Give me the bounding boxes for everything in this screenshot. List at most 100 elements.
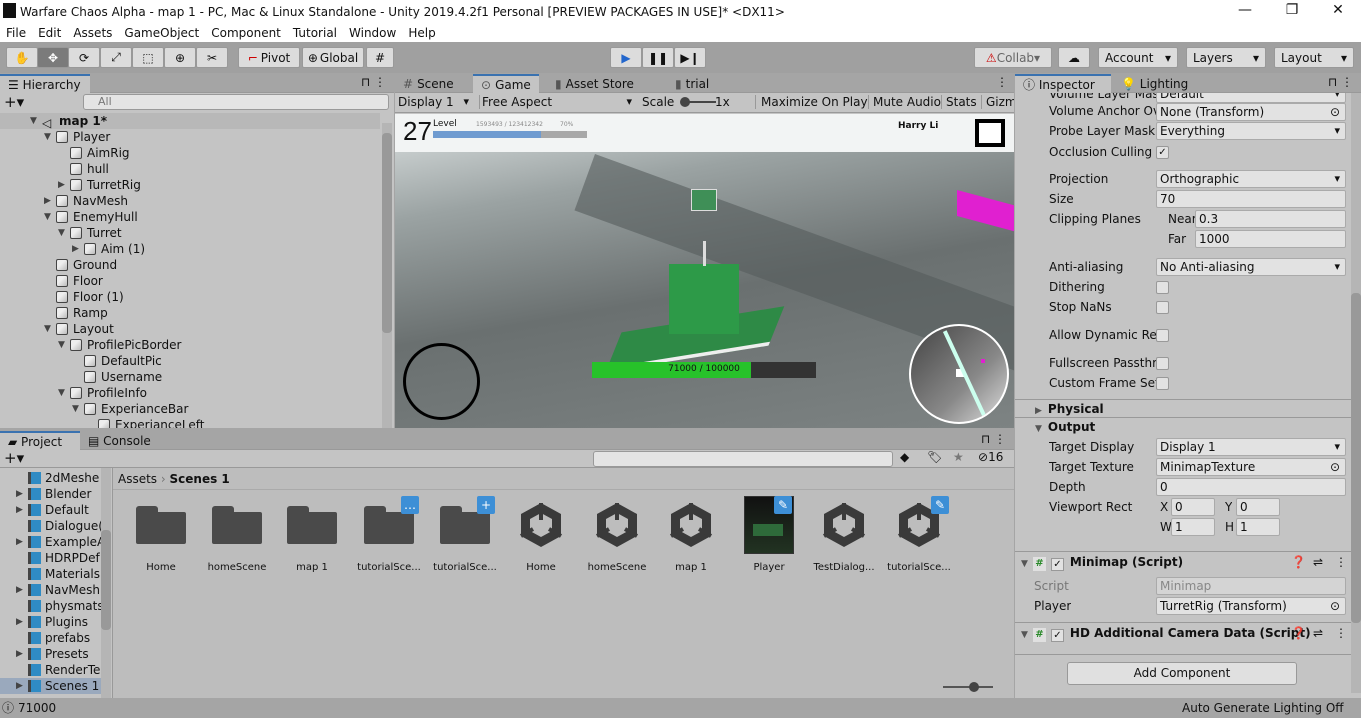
project-search-input[interactable]	[593, 451, 893, 467]
viewport-y-field[interactable]: 0	[1236, 498, 1280, 516]
tab-hierarchy[interactable]: ☰ Hierarchy	[0, 74, 90, 93]
tab-lighting[interactable]: 💡 Lighting	[1113, 74, 1196, 93]
layout-dropdown[interactable]: Layout ▾	[1274, 47, 1354, 68]
menu-help[interactable]: Help	[402, 26, 441, 40]
expand-arrow-closed-icon[interactable]: ▶	[16, 486, 23, 502]
hierarchy-item[interactable]: ▼ EnemyHull	[0, 209, 380, 225]
status-message[interactable]: 71000	[18, 698, 56, 718]
player-field[interactable]: TurretRig (Transform) ⊙	[1156, 597, 1346, 615]
expand-arrow-open-icon[interactable]: ▼	[58, 385, 65, 401]
asset-item[interactable]: map 1	[653, 496, 729, 586]
project-tree-item[interactable]: RenderTe	[0, 662, 101, 678]
step-button[interactable]: ▶❙	[674, 47, 706, 68]
project-tree-item[interactable]: ▶ ExampleA	[0, 534, 105, 550]
volume-anchor-field[interactable]: None (Transform) ⊙	[1156, 103, 1346, 121]
hierarchy-item[interactable]: ▼ ◁ map 1*	[0, 113, 380, 130]
viewport-w-field[interactable]: 1	[1171, 518, 1215, 536]
occlusion-culling-checkbox[interactable]: ✓	[1156, 146, 1169, 159]
maximize-on-play-toggle[interactable]: Maximize On Play	[755, 95, 868, 109]
project-tree-item[interactable]: Dialogue(	[0, 518, 103, 534]
hierarchy-item[interactable]: ▼ Player	[0, 129, 380, 145]
breadcrumb-scenes[interactable]: Scenes 1	[170, 472, 230, 486]
menu-edit[interactable]: Edit	[32, 26, 67, 40]
menu-assets[interactable]: Assets	[67, 26, 118, 40]
rect-tool-button[interactable]: ⬚	[132, 47, 164, 68]
hierarchy-item[interactable]: ▶ NavMesh	[0, 193, 380, 209]
help-icon[interactable]: ❓	[1291, 623, 1306, 644]
expand-arrow-closed-icon[interactable]: ▶	[72, 241, 79, 257]
project-tree-item[interactable]: ▶ NavMesh	[0, 582, 101, 598]
expand-arrow-closed-icon[interactable]: ▶	[16, 502, 23, 518]
hierarchy-item[interactable]: Ramp	[0, 305, 380, 321]
maximize-button[interactable]: ❐	[1272, 2, 1312, 18]
lighting-status[interactable]: Auto Generate Lighting Off	[1182, 698, 1344, 718]
component-menu-icon[interactable]: ⋮	[1335, 623, 1347, 644]
hd-camera-data-component-header[interactable]: ▼ # ✓ HD Additional Camera Data (Script) ❓ ⇌ ⋮	[1015, 622, 1353, 644]
project-tree-item[interactable]: 2dMeshe	[0, 470, 101, 486]
joystick[interactable]	[403, 343, 480, 420]
asset-item[interactable]: Home	[123, 496, 199, 586]
tab-asset-store[interactable]: ▮ Asset Store	[547, 74, 642, 93]
menu-gameobject[interactable]: GameObject	[118, 26, 205, 40]
custom-frame-settings-checkbox[interactable]	[1156, 377, 1169, 390]
asset-item[interactable]: ✎ Player	[731, 496, 807, 586]
expand-arrow-open-icon[interactable]: ▼	[30, 113, 37, 129]
expand-arrow-closed-icon[interactable]: ▶	[16, 614, 23, 630]
asset-item[interactable]: homeScene	[199, 496, 275, 586]
allow-dynamic-resolution-checkbox[interactable]	[1156, 329, 1169, 342]
hierarchy-item[interactable]: ExperianceLeft	[0, 417, 380, 428]
presets-icon[interactable]: ⇌	[1313, 552, 1323, 573]
object-picker-icon[interactable]: ⊙	[1330, 459, 1340, 475]
minimize-button[interactable]: —	[1225, 2, 1265, 18]
dithering-checkbox[interactable]	[1156, 281, 1169, 294]
expand-arrow-open-icon[interactable]: ▼	[44, 129, 51, 145]
probe-layer-mask-dropdown[interactable]: Everything	[1156, 122, 1346, 140]
custom-tool-button[interactable]: ✂	[196, 47, 228, 68]
hierarchy-item[interactable]: DefaultPic	[0, 353, 380, 369]
expand-arrow-closed-icon[interactable]: ▶	[58, 177, 65, 193]
tab-scene[interactable]: # Scene	[395, 74, 462, 93]
hierarchy-item[interactable]: AimRig	[0, 145, 380, 161]
asset-item[interactable]: ✎ tutorialSce...	[881, 496, 957, 586]
minimap-component-header[interactable]: ▼ # ✓ Minimap (Script) ❓ ⇌ ⋮	[1015, 551, 1353, 573]
hierarchy-item[interactable]: ▼ Turret	[0, 225, 380, 241]
icon-size-slider[interactable]	[943, 682, 993, 692]
project-tree-scrollbar[interactable]	[101, 468, 111, 698]
presets-icon[interactable]: ⇌	[1313, 623, 1323, 644]
add-component-button[interactable]: Add Component	[1067, 662, 1297, 685]
favorite-icon[interactable]: ★	[953, 450, 964, 464]
viewport-h-field[interactable]: 1	[1236, 518, 1280, 536]
profile-pic[interactable]	[975, 119, 1005, 147]
mute-audio-toggle[interactable]: Mute Audio	[868, 95, 941, 109]
viewport-x-field[interactable]: 0	[1171, 498, 1215, 516]
layers-dropdown[interactable]: Layers ▾	[1186, 47, 1266, 68]
move-tool-button[interactable]: ✥	[37, 47, 69, 68]
more-options-icon[interactable]: ⋮	[996, 75, 1008, 89]
hierarchy-item[interactable]: Username	[0, 369, 380, 385]
hierarchy-item[interactable]: Floor	[0, 273, 380, 289]
account-dropdown[interactable]: Account ▾	[1098, 47, 1178, 68]
depth-field[interactable]: 0	[1156, 478, 1346, 496]
expand-arrow-open-icon[interactable]: ▼	[58, 225, 65, 241]
expand-arrow-open-icon[interactable]: ▼	[44, 209, 51, 225]
aspect-dropdown[interactable]: Free Aspect	[479, 95, 637, 109]
output-foldout[interactable]: ▼ Output	[1015, 417, 1353, 437]
menu-tutorial[interactable]: Tutorial	[287, 26, 343, 40]
asset-item[interactable]: homeScene	[579, 496, 655, 586]
tab-project[interactable]: ▰ Project	[0, 431, 80, 450]
hand-tool-button[interactable]: ✋	[6, 47, 38, 68]
expand-arrow-open-icon[interactable]: ▼	[44, 321, 51, 337]
project-tree-item[interactable]: Materials	[0, 566, 101, 582]
hidden-packages-toggle[interactable]: ⊘16	[978, 450, 1003, 464]
scale-tool-button[interactable]: ⤢	[100, 47, 132, 68]
tab-game[interactable]: ⊙ Game	[473, 74, 539, 93]
stats-toggle[interactable]: Stats	[941, 95, 977, 109]
component-enabled-checkbox[interactable]: ✓	[1050, 558, 1064, 571]
hierarchy-item[interactable]: ▶ TurretRig	[0, 177, 380, 193]
hierarchy-item[interactable]: ▶ Aim (1)	[0, 241, 380, 257]
project-tree-item[interactable]: ▶ Blender	[0, 486, 101, 502]
asset-item[interactable]: map 1	[274, 496, 350, 586]
menu-component[interactable]: Component	[205, 26, 287, 40]
expand-arrow-closed-icon[interactable]: ▶	[16, 534, 23, 550]
tab-trial[interactable]: ▮ trial	[667, 74, 717, 93]
